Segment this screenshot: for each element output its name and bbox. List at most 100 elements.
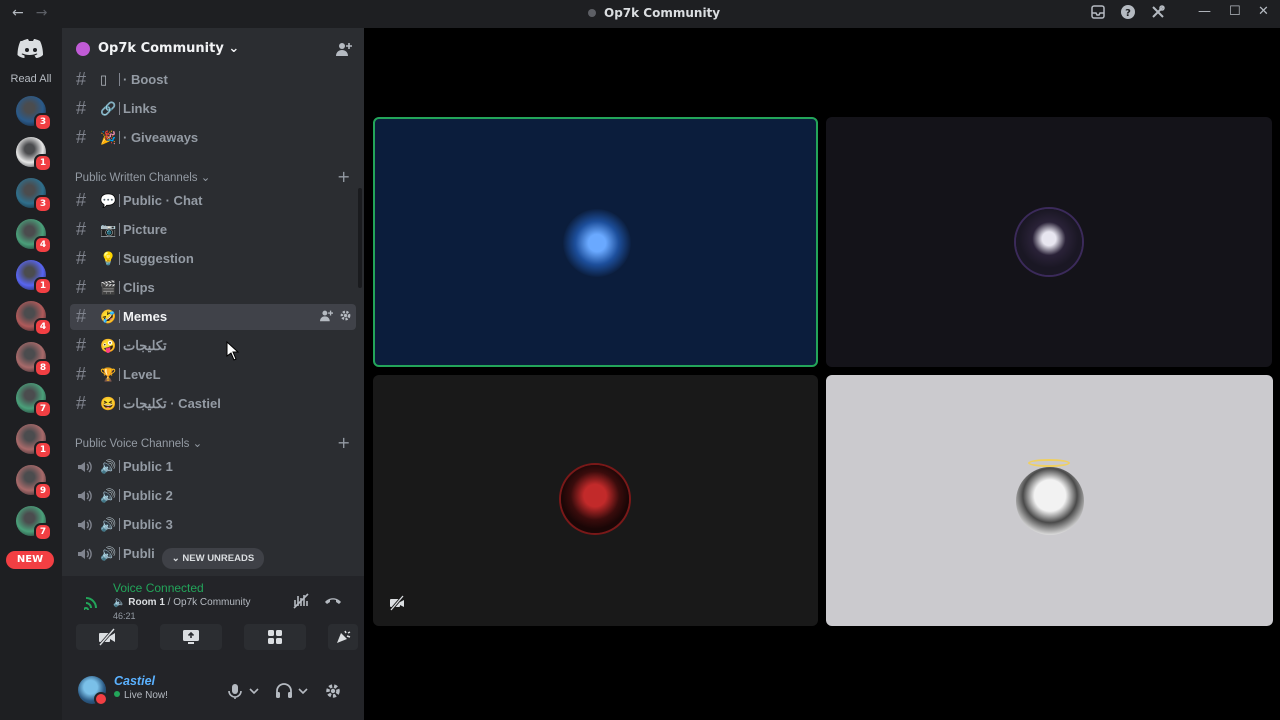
user-avatar[interactable]: [78, 676, 108, 706]
create-voice-channel-icon[interactable]: +: [337, 433, 350, 452]
text-channel-item[interactable]: # 🎉 · Giveaways: [70, 125, 356, 151]
create-invite-icon[interactable]: [320, 309, 333, 322]
text-channel-item[interactable]: # 😆 تكليجات · Castiel: [70, 391, 356, 417]
voice-connected-label[interactable]: Voice Connected: [113, 581, 204, 595]
camera-off-button[interactable]: [76, 624, 138, 650]
hash-icon: #: [76, 393, 87, 413]
participant-tile[interactable]: [373, 375, 818, 626]
text-channel-item[interactable]: # 💡 Suggestion: [70, 246, 356, 272]
user-settings-gear-icon[interactable]: [324, 682, 342, 700]
server-avatar-icon: [76, 42, 90, 56]
voice-room-info[interactable]: 🔈 Room 1 / Op7k Community: [113, 597, 251, 608]
channel-separator: [119, 194, 120, 207]
disconnect-icon[interactable]: [324, 594, 342, 608]
channel-emoji-icon: 🔊: [100, 517, 117, 532]
mouse-cursor-icon: [226, 340, 240, 361]
speaker-icon: [78, 519, 92, 531]
channel-emoji-icon: 🔊: [100, 488, 117, 503]
forward-button[interactable]: →: [36, 5, 48, 21]
text-channel-item[interactable]: # ▯ · Boost: [70, 67, 356, 93]
participant-avatar: [563, 209, 631, 277]
channel-emoji-icon: 🔗: [100, 101, 117, 116]
server-icon-4[interactable]: 4: [16, 219, 52, 254]
text-channel-item[interactable]: # 🎬 Clips: [70, 275, 356, 301]
connection-signal-icon[interactable]: [84, 594, 100, 610]
mention-badge: 9: [34, 482, 52, 500]
audio-options-chevron-icon[interactable]: [297, 682, 309, 700]
voice-channel-item[interactable]: 🔊 Public 1: [70, 454, 356, 480]
hash-icon: #: [76, 248, 87, 268]
text-channel-item[interactable]: # 💬 Public · Chat: [70, 188, 356, 214]
voice-server-name: Op7k Community: [173, 597, 251, 608]
microphone-icon[interactable]: [226, 682, 244, 700]
headphones-icon[interactable]: [275, 682, 293, 700]
channel-emoji-icon: ▯: [100, 72, 108, 87]
channel-separator: [119, 310, 120, 323]
tools-icon[interactable]: [1150, 4, 1166, 20]
server-icon-6[interactable]: 4: [16, 301, 52, 336]
participant-tile-speaking[interactable]: [373, 117, 818, 367]
text-channel-item[interactable]: # 🤪 تكليجات: [70, 333, 356, 359]
help-icon[interactable]: ?: [1120, 4, 1136, 20]
channel-emoji-icon: 😆: [100, 396, 117, 411]
server-icon-11[interactable]: 7: [16, 506, 52, 541]
channel-emoji-icon: 🏆: [100, 367, 117, 382]
server-icon-2[interactable]: 1: [16, 137, 52, 172]
text-channel-item[interactable]: # 🔗 Links: [70, 96, 356, 122]
category-written[interactable]: Public Written Channels ⌄: [75, 170, 210, 184]
participant-tile[interactable]: [826, 375, 1273, 626]
server-icon-1[interactable]: 3: [16, 96, 52, 131]
create-channel-icon[interactable]: +: [337, 167, 350, 186]
activities-button[interactable]: [244, 624, 306, 650]
server-name[interactable]: Op7k Community ⌄: [98, 41, 239, 56]
voice-channel-item[interactable]: 🔊 Public 3: [70, 512, 356, 538]
channel-emoji-icon: 💬: [100, 193, 117, 208]
category-voice[interactable]: Public Voice Channels ⌄: [75, 436, 202, 450]
server-header[interactable]: Op7k Community ⌄: [62, 28, 364, 70]
text-channel-item[interactable]: # 📷 Picture: [70, 217, 356, 243]
text-channel-item[interactable]: # 🏆 LeveL: [70, 362, 356, 388]
invite-people-icon[interactable]: [336, 41, 352, 57]
minimize-button[interactable]: —: [1198, 4, 1211, 19]
status-indicator: [94, 692, 108, 706]
mention-badge: 3: [34, 195, 52, 213]
close-button[interactable]: ✕: [1258, 4, 1269, 19]
edit-channel-gear-icon[interactable]: [339, 309, 352, 322]
channel-actions: [320, 309, 352, 322]
username[interactable]: Castiel: [114, 674, 155, 688]
server-icon-7[interactable]: 8: [16, 342, 52, 377]
channel-emoji-icon: 🔊: [100, 459, 117, 474]
server-icon-9[interactable]: 1: [16, 424, 52, 459]
channel-emoji-icon: 💡: [100, 251, 117, 266]
speaker-icon: [78, 461, 92, 473]
stop-stream-button[interactable]: [160, 624, 222, 650]
channel-name: تكليجات: [123, 338, 167, 353]
server-icon-5[interactable]: 1: [16, 260, 52, 295]
channel-separator: [119, 489, 120, 502]
participant-tile[interactable]: [826, 117, 1272, 367]
inbox-icon[interactable]: [1090, 4, 1106, 20]
channel-name: · Giveaways: [123, 130, 199, 145]
mention-badge: 1: [34, 277, 52, 295]
mic-options-chevron-icon[interactable]: [248, 682, 260, 700]
mention-badge: 4: [34, 236, 52, 254]
soundboard-button[interactable]: [328, 624, 358, 650]
read-all-button[interactable]: Read All: [2, 73, 60, 85]
maximize-button[interactable]: ☐: [1229, 4, 1241, 19]
discord-home-icon[interactable]: [16, 37, 46, 61]
voice-channel-item[interactable]: 🔊 Public 2: [70, 483, 356, 509]
voice-connection-panel: Voice Connected 🔈 Room 1 / Op7k Communit…: [62, 576, 364, 666]
channel-name: Publi: [123, 546, 155, 561]
sidebar-scrollbar[interactable]: [358, 188, 362, 288]
server-rail: Read All 3 1 3 4 1 4 8 7 1 9 7 NEW: [0, 28, 62, 720]
channel-separator: [119, 339, 120, 352]
server-icon-10[interactable]: 9: [16, 465, 52, 500]
noise-suppression-icon[interactable]: [292, 592, 310, 610]
text-channel-item[interactable]: # 🤣 Memes: [70, 304, 356, 330]
participant-avatar: [1016, 467, 1084, 535]
server-icon-8[interactable]: 7: [16, 383, 52, 418]
back-button[interactable]: ←: [12, 5, 24, 21]
server-icon-3[interactable]: 3: [16, 178, 52, 213]
new-unreads-button[interactable]: ⌄ NEW UNREADS: [162, 548, 264, 569]
new-badge[interactable]: NEW: [6, 551, 54, 569]
